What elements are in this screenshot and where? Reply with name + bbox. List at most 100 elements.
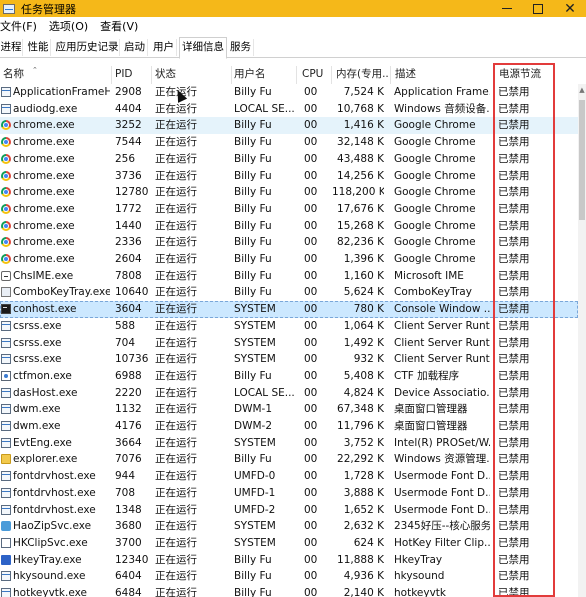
cell-memory: 5,408 K xyxy=(343,369,384,382)
process-row[interactable]: chrome.exe 256 正在运行 Billy Fu 00 43,488 K Googl… xyxy=(0,151,578,168)
tab-performance[interactable]: 性能 xyxy=(26,39,51,56)
tab-startup[interactable]: 启动 xyxy=(122,39,148,56)
process-row[interactable]: dwm.exe 4176 正在运行 DWM-2 00 11,796 K 桌面窗口管理器 已禁用 xyxy=(0,418,578,435)
cell-name: chrome.exe xyxy=(13,186,75,199)
process-row[interactable]: EvtEng.exe 3664 正在运行 SYSTEM 00 3,752 K Intel(R… xyxy=(0,435,578,452)
process-generic-icon xyxy=(1,471,11,482)
column-separator[interactable] xyxy=(390,66,391,84)
menu-view[interactable]: 查看(V) xyxy=(100,18,142,34)
process-row[interactable]: chrome.exe 2604 正在运行 Billy Fu 00 1,396 K Googl… xyxy=(0,251,578,268)
column-separator[interactable] xyxy=(151,66,152,84)
cell-description: Intel(R) PROSet/W... xyxy=(394,436,490,449)
process-row[interactable]: csrss.exe 704 正在运行 SYSTEM 00 1,492 K Client Se… xyxy=(0,335,578,352)
tab-bar: 进程 性能 应用历史记录 启动 用户 详细信息 服务 xyxy=(0,36,586,59)
column-description[interactable]: 描述 xyxy=(395,66,491,84)
process-row[interactable]: chrome.exe 7544 正在运行 Billy Fu 00 32,148 K Goog… xyxy=(0,134,578,151)
cell-memory: 32,148 K xyxy=(337,136,384,149)
column-cpu[interactable]: CPU xyxy=(302,66,328,84)
cell-memory: 1,396 K xyxy=(343,253,384,265)
cell-status: 正在运行 xyxy=(155,520,197,533)
process-row[interactable]: conhost.exe 3604 正在运行 SYSTEM 00 780 K Console … xyxy=(0,301,578,318)
cell-status: 正在运行 xyxy=(155,353,197,366)
column-separator[interactable] xyxy=(296,66,297,84)
tab-app-history[interactable]: 应用历史记录 xyxy=(55,39,120,56)
process-row[interactable]: csrss.exe 10736 正在运行 SYSTEM 00 932 K Client Se… xyxy=(0,351,578,368)
cell-cpu: 00 xyxy=(304,486,318,499)
column-separator[interactable] xyxy=(331,66,332,84)
process-row[interactable]: ApplicationFrameH... 2908 正在运行 Billy Fu 00 7,… xyxy=(0,84,578,101)
process-row[interactable]: audiodg.exe 4404 正在运行 LOCAL SE... 00 10,768 K… xyxy=(0,101,578,118)
menu-file[interactable]: 文件(F) xyxy=(0,18,41,34)
cell-memory: 780 K xyxy=(353,303,384,316)
cell-name: csrss.exe xyxy=(13,353,62,366)
cell-memory: 11,796 K xyxy=(337,420,384,432)
process-row[interactable]: chrome.exe 3252 正在运行 Billy Fu 00 1,416 K Googl… xyxy=(0,117,578,135)
column-status[interactable]: 状态 xyxy=(155,66,230,84)
process-row[interactable]: hotkeyvtk.exe 6484 正在运行 Billy Fu 00 2,140 K ho… xyxy=(0,585,578,597)
cell-description: Google Chrome xyxy=(394,202,476,215)
column-power-throttling[interactable]: 电源节流 xyxy=(499,66,551,84)
cell-username: Billy Fu xyxy=(234,587,272,597)
process-row[interactable]: csrss.exe 588 正在运行 SYSTEM 00 1,064 K Client Se… xyxy=(0,318,578,335)
cell-name: fontdrvhost.exe xyxy=(13,486,96,499)
process-row[interactable]: fontdrvhost.exe 944 正在运行 UMFD-0 00 1,728 K Use… xyxy=(0,468,578,485)
process-row[interactable]: HkeyTray.exe 12340 正在运行 Billy Fu 00 11,888 K H… xyxy=(0,552,578,569)
cell-name: HKClipSvc.exe xyxy=(13,536,88,549)
close-button[interactable]: ✕ xyxy=(555,0,585,17)
process-row[interactable]: explorer.exe 7076 正在运行 Billy Fu 00 22,292 K Wi… xyxy=(0,451,578,468)
cell-pid: 6404 xyxy=(115,570,142,583)
process-row[interactable]: dasHost.exe 2220 正在运行 LOCAL SE... 00 4,824 K D… xyxy=(0,385,578,402)
process-row[interactable]: HaoZipSvc.exe 3680 正在运行 SYSTEM 00 2,632 K 2345… xyxy=(0,518,578,535)
process-row[interactable]: ctfmon.exe 6988 正在运行 Billy Fu 00 5,408 K CTF 加… xyxy=(0,368,578,385)
cell-description: 桌面窗口管理器 xyxy=(394,420,468,432)
process-row[interactable]: HKClipSvc.exe 3700 正在运行 SYSTEM 00 624 K HotKey… xyxy=(0,535,578,552)
cell-name: chrome.exe xyxy=(13,236,75,249)
cell-pid: 3680 xyxy=(115,520,142,533)
cell-name: explorer.exe xyxy=(13,453,78,466)
cell-name: ComboKeyTray.exe xyxy=(13,286,110,299)
column-memory[interactable]: 内存(专用... xyxy=(336,66,389,84)
cell-status: 正在运行 xyxy=(155,86,197,98)
cell-description: HkeyTray xyxy=(394,553,443,566)
process-list[interactable]: ApplicationFrameH... 2908 正在运行 Billy Fu 00 7,… xyxy=(0,84,578,597)
tab-processes[interactable]: 进程 xyxy=(0,39,23,56)
scroll-up-icon[interactable]: ▲ xyxy=(578,84,586,96)
title-bar[interactable]: 任务管理器 ✕ xyxy=(0,0,586,17)
process-row[interactable]: chrome.exe 1440 正在运行 Billy Fu 00 15,268 K Goog… xyxy=(0,218,578,235)
cell-username: Billy Fu xyxy=(234,86,272,98)
process-row[interactable]: fontdrvhost.exe 1348 正在运行 UMFD-2 00 1,652 K Us… xyxy=(0,502,578,519)
process-row[interactable]: hkysound.exe 6404 正在运行 Billy Fu 00 4,936 K hky… xyxy=(0,568,578,585)
cell-pid: 6484 xyxy=(115,587,142,597)
process-row[interactable]: fontdrvhost.exe 708 正在运行 UMFD-1 00 3,888 K Use… xyxy=(0,485,578,502)
vertical-scrollbar[interactable]: ▲ xyxy=(578,84,586,597)
maximize-button[interactable] xyxy=(523,0,553,17)
column-username[interactable]: 用户名 xyxy=(234,66,294,84)
cell-memory: 43,488 K xyxy=(337,152,384,165)
column-separator[interactable] xyxy=(111,66,112,84)
column-pid[interactable]: PID xyxy=(115,66,149,84)
cell-pid: 4176 xyxy=(115,420,142,432)
process-row[interactable]: chrome.exe 3736 正在运行 Billy Fu 00 14,256 K Goog… xyxy=(0,168,578,185)
process-row[interactable]: chrome.exe 2336 正在运行 Billy Fu 00 82,236 K Goog… xyxy=(0,234,578,251)
cell-description: hkysound xyxy=(394,570,445,583)
tab-users[interactable]: 用户 xyxy=(151,39,177,56)
cell-memory: 2,140 K xyxy=(343,587,384,597)
column-name[interactable]: 名称 xyxy=(3,66,108,84)
column-separator[interactable] xyxy=(231,66,232,84)
process-row[interactable]: chrome.exe 1772 正在运行 Billy Fu 00 17,676 K Goog… xyxy=(0,201,578,218)
minimize-button[interactable] xyxy=(492,0,522,17)
cell-name: ApplicationFrameH... xyxy=(13,86,110,98)
tab-services[interactable]: 服务 xyxy=(228,39,254,56)
column-separator[interactable] xyxy=(493,66,494,84)
process-row[interactable]: ComboKeyTray.exe 10640 正在运行 Billy Fu 00 5,624… xyxy=(0,284,578,301)
cell-username: Billy Fu xyxy=(234,369,272,382)
process-row[interactable]: ChsIME.exe 7808 正在运行 Billy Fu 00 1,160 K Micro… xyxy=(0,268,578,285)
menu-options[interactable]: 选项(O) xyxy=(49,18,92,34)
cell-memory: 3,888 K xyxy=(343,486,384,499)
process-row[interactable]: dwm.exe 1132 正在运行 DWM-1 00 67,348 K 桌面窗口管理器 已禁用 xyxy=(0,401,578,418)
process-row[interactable]: chrome.exe 12780 正在运行 Billy Fu 00 118,200 K Go… xyxy=(0,184,578,201)
scrollbar-thumb[interactable] xyxy=(579,100,585,220)
cell-cpu: 00 xyxy=(304,403,318,416)
cell-name: chrome.exe xyxy=(13,202,75,215)
tab-details[interactable]: 详细信息 xyxy=(179,37,227,59)
